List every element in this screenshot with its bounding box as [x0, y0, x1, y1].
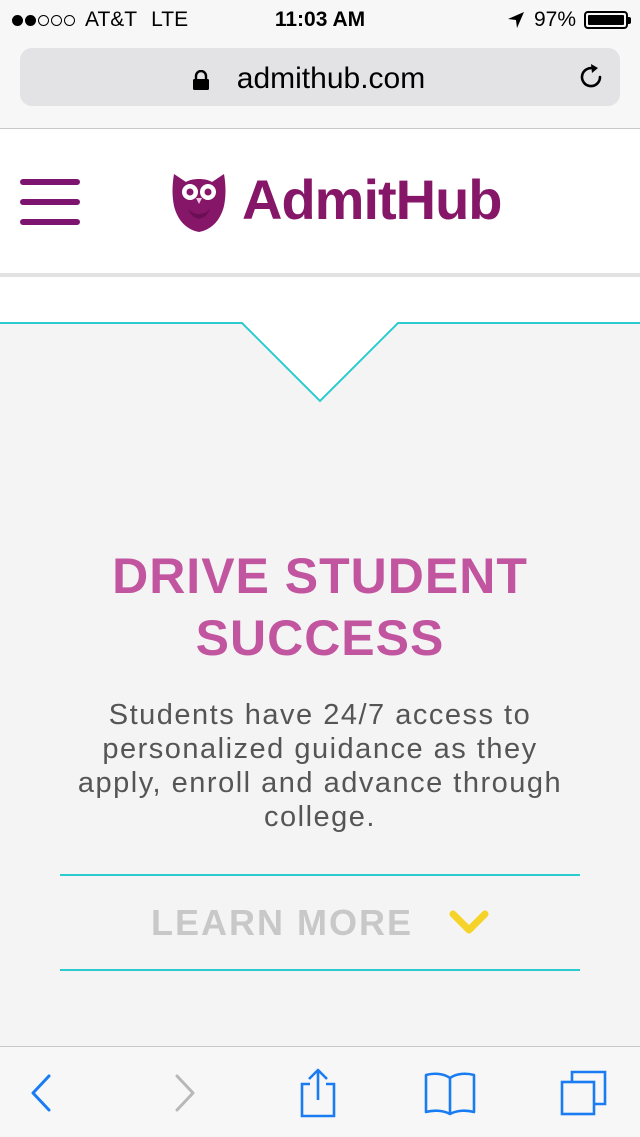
status-right: 97%: [506, 8, 631, 32]
battery-percent: 97%: [533, 8, 576, 31]
hamburger-menu-icon[interactable]: [20, 179, 80, 225]
forward-icon: [175, 1074, 195, 1112]
location-arrow-icon: [507, 12, 524, 28]
hero-title: DRIVE STUDENT SUCCESS: [0, 545, 640, 669]
brand-name: AdmitHub: [242, 167, 503, 231]
browser-toolbar: [0, 1046, 640, 1137]
tabs-button[interactable]: [556, 1069, 612, 1117]
battery-icon: [584, 11, 631, 29]
bookmarks-icon: [424, 1072, 476, 1116]
status-bar: AT&T LTE 11:03 AM 97%: [0, 0, 640, 40]
chevron-down-icon: [449, 910, 489, 934]
hero-title-line-2: SUCCESS: [195, 610, 445, 666]
learn-more-button[interactable]: LEARN MORE: [60, 876, 580, 970]
tabs-icon: [560, 1070, 607, 1116]
hero-title-line-1: DRIVE STUDENT: [112, 548, 528, 604]
brand-logo[interactable]: AdmitHub: [170, 163, 503, 235]
reload-icon[interactable]: [576, 62, 606, 92]
hero-description: Students have 24/7 access to personalize…: [77, 699, 563, 833]
section-notch-divider: [0, 277, 640, 407]
address-bar[interactable]: admithub.com: [20, 48, 620, 106]
share-icon: [300, 1068, 336, 1118]
back-button[interactable]: [14, 1069, 70, 1117]
cta-bottom-divider: [60, 969, 580, 971]
back-icon: [31, 1074, 51, 1112]
browser-address-area: admithub.com: [0, 40, 640, 129]
bookmarks-button[interactable]: [422, 1069, 478, 1117]
owl-logo-icon: [172, 174, 226, 232]
site-header: AdmitHub: [0, 129, 640, 277]
share-button[interactable]: [290, 1068, 346, 1118]
forward-button[interactable]: [156, 1069, 212, 1117]
learn-more-label: LEARN MORE: [151, 902, 413, 943]
url-text: admithub.com: [236, 62, 426, 95]
